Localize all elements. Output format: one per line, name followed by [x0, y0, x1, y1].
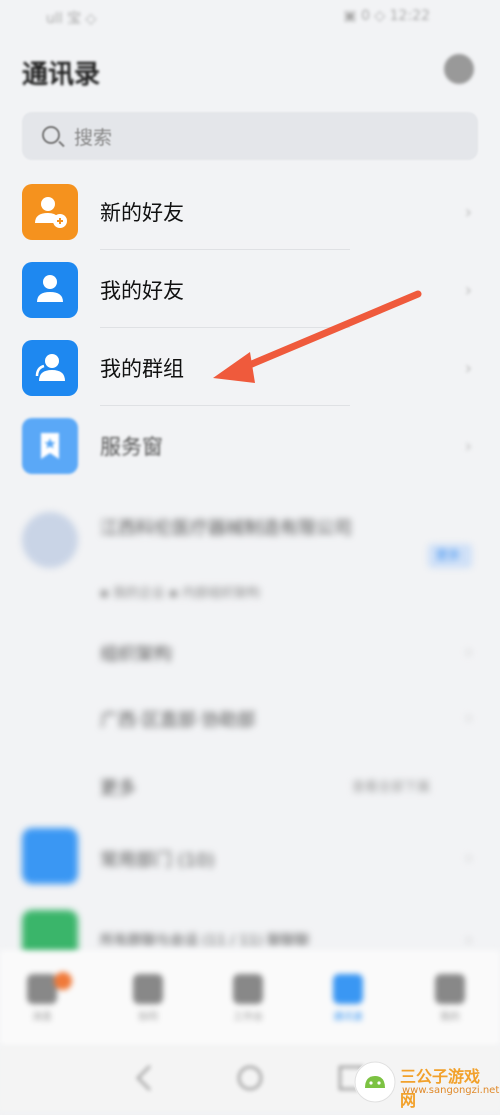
watermark-url: www.sangongzi.net [402, 1085, 500, 1096]
watermark: 三公子游戏网 www.sangongzi.net [354, 1061, 499, 1110]
annotation-arrow [213, 290, 422, 383]
watermark-logo-icon [354, 1061, 396, 1103]
